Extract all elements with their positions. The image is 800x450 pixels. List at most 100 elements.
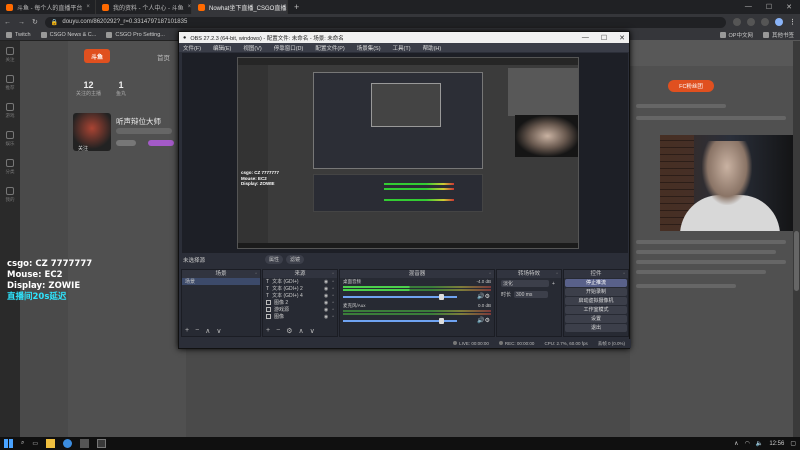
sidenav-item[interactable]: 关注 xyxy=(0,41,20,69)
menu-tools[interactable]: 工具(T) xyxy=(393,44,411,52)
new-tab-button[interactable]: + xyxy=(288,2,305,12)
follow-button[interactable]: 关注 xyxy=(78,145,88,152)
menu-edit[interactable]: 编辑(E) xyxy=(213,44,231,52)
bookmark-item[interactable]: CSGO Pro Setting... xyxy=(106,32,165,38)
scrollbar-thumb[interactable] xyxy=(794,231,799,291)
move-down-icon[interactable]: ∨ xyxy=(310,327,315,335)
close-window-icon[interactable]: ✕ xyxy=(619,34,625,42)
bookmark-item[interactable]: OP中文网 xyxy=(719,31,753,39)
move-up-icon[interactable]: ∧ xyxy=(205,327,210,335)
move-up-icon[interactable]: ∧ xyxy=(298,327,303,335)
back-icon[interactable]: ← xyxy=(4,19,11,26)
bookmark-folder[interactable]: 其他书签 xyxy=(762,31,794,39)
eye-icon[interactable]: ◉ xyxy=(324,307,328,313)
filters-button[interactable]: 滤镜 xyxy=(286,255,305,264)
scene-item[interactable]: 场景 xyxy=(182,278,260,285)
obs-taskbar-icon[interactable] xyxy=(97,439,107,448)
remove-icon[interactable]: − xyxy=(195,327,199,335)
windows-start-icon[interactable] xyxy=(4,439,13,448)
forward-icon[interactable]: → xyxy=(18,19,25,26)
minimize-icon[interactable]: — xyxy=(745,3,752,11)
duration-input[interactable]: 300 ms xyxy=(514,291,549,298)
menu-scene-collection[interactable]: 场景集(S) xyxy=(357,44,381,52)
move-down-icon[interactable]: ∨ xyxy=(216,327,221,335)
add-icon[interactable]: + xyxy=(552,281,555,287)
lock-icon[interactable]: ▫ xyxy=(332,307,334,313)
obs-preview-area[interactable]: csgo: CZ 7777777 Mouse: EC2 Display: ZOW… xyxy=(182,53,628,253)
sidenav-item[interactable]: 游戏 xyxy=(0,97,20,125)
stat-follows[interactable]: 12 关注的主播 xyxy=(76,80,101,97)
stop-streaming-button[interactable]: 停止推流 xyxy=(565,279,627,287)
speaker-icon[interactable]: 🔊⚙ xyxy=(477,293,490,300)
fan-club-button[interactable]: FC粉丝团 xyxy=(668,80,714,92)
gear-icon[interactable]: ⚙ xyxy=(286,327,292,335)
studio-mode-button[interactable]: 工作室模式 xyxy=(565,306,627,314)
volume-fader[interactable] xyxy=(343,318,457,324)
lock-icon[interactable]: ▫ xyxy=(332,300,334,306)
reload-icon[interactable]: ↻ xyxy=(32,18,38,26)
lock-icon[interactable]: ▫ xyxy=(332,314,334,320)
bookmark-item[interactable]: Twitch xyxy=(6,32,31,38)
browser-tab[interactable]: 斗鱼 - 每个人的直播平台 × xyxy=(0,0,96,14)
source-item[interactable]: T 文本 (GDI+) ◉ ▫ xyxy=(263,278,337,286)
home-link[interactable]: 首页 xyxy=(157,52,170,62)
volume-icon[interactable]: 🔈 xyxy=(756,440,763,447)
lock-icon[interactable]: ▫ xyxy=(332,279,334,285)
extension-icon[interactable] xyxy=(747,18,755,26)
close-window-icon[interactable]: ✕ xyxy=(786,3,792,11)
chrome-icon[interactable] xyxy=(63,439,73,448)
stat-yuwan[interactable]: 1 鱼丸 xyxy=(116,80,126,97)
profile-avatar-icon[interactable] xyxy=(775,18,783,26)
sidenav-item[interactable]: 分类 xyxy=(0,153,20,181)
eye-icon[interactable]: ◉ xyxy=(324,300,328,306)
network-icon[interactable]: ◠ xyxy=(745,440,750,447)
minimize-icon[interactable]: — xyxy=(582,34,589,42)
menu-profile[interactable]: 配置文件(P) xyxy=(315,44,344,52)
add-icon[interactable]: + xyxy=(185,327,189,335)
menu-dots-icon[interactable]: ⋮ xyxy=(789,18,796,26)
sidenav-item[interactable]: 我的 xyxy=(0,181,20,209)
source-item[interactable]: T 文本 (GDI+) 4 ◉ ▫ xyxy=(263,292,337,300)
close-tab-icon[interactable]: × xyxy=(86,4,90,10)
speaker-icon[interactable]: 🔊⚙ xyxy=(477,317,490,324)
eye-icon[interactable]: ◉ xyxy=(324,279,328,285)
page-scrollbar[interactable] xyxy=(793,41,800,437)
dock-close-icon[interactable]: ▫ xyxy=(623,270,625,278)
task-view-icon[interactable]: ▭ xyxy=(32,440,38,447)
sidenav-item[interactable]: 娱乐 xyxy=(0,125,20,153)
url-input[interactable]: 🔒 douyu.com/8620292?_r=0.331479718710183… xyxy=(44,16,726,28)
maximize-icon[interactable]: ☐ xyxy=(601,34,607,42)
virtual-camera-button[interactable]: 启动虚拟摄像机 xyxy=(565,297,627,305)
lock-icon[interactable]: ▫ xyxy=(332,286,334,292)
lock-icon[interactable]: ▫ xyxy=(332,293,334,299)
settings-button[interactable]: 设置 xyxy=(565,315,627,323)
dock-close-icon[interactable]: ▫ xyxy=(332,270,334,278)
source-item[interactable]: 图像 ◉ ▫ xyxy=(263,313,337,320)
fader-knob[interactable] xyxy=(439,318,444,324)
remove-icon[interactable]: − xyxy=(276,327,280,335)
menu-docks[interactable]: 停靠窗口(D) xyxy=(274,44,304,52)
bookmark-item[interactable]: CSGO News & C... xyxy=(40,32,96,38)
extension-icon[interactable] xyxy=(761,18,769,26)
eye-icon[interactable]: ◉ xyxy=(324,314,328,320)
notification-icon[interactable]: ▢ xyxy=(790,440,796,447)
search-icon[interactable]: ⌕ xyxy=(21,440,24,447)
douyu-logo[interactable]: 斗鱼 xyxy=(84,49,110,63)
clock[interactable]: 12:56 xyxy=(769,441,784,447)
sidenav-item[interactable]: 推荐 xyxy=(0,69,20,97)
properties-button[interactable]: 属性 xyxy=(265,255,284,264)
transition-select[interactable]: 淡化 xyxy=(501,280,549,287)
eye-icon[interactable]: ◉ xyxy=(324,286,328,292)
browser-tab-active[interactable]: Nowhat坐下直播_CSGO直播... × xyxy=(192,0,288,14)
add-icon[interactable]: + xyxy=(266,327,270,335)
eye-icon[interactable]: ◉ xyxy=(324,293,328,299)
dock-close-icon[interactable]: ▫ xyxy=(489,270,491,278)
exit-button[interactable]: 退出 xyxy=(565,324,627,332)
volume-fader[interactable] xyxy=(343,294,457,300)
dock-close-icon[interactable]: ▫ xyxy=(556,270,558,278)
menu-help[interactable]: 帮助(H) xyxy=(423,44,442,52)
source-item[interactable]: 游戏源 ◉ ▫ xyxy=(263,306,337,313)
menu-file[interactable]: 文件(F) xyxy=(183,44,201,52)
file-explorer-icon[interactable] xyxy=(46,439,56,448)
menu-view[interactable]: 视图(V) xyxy=(243,44,261,52)
